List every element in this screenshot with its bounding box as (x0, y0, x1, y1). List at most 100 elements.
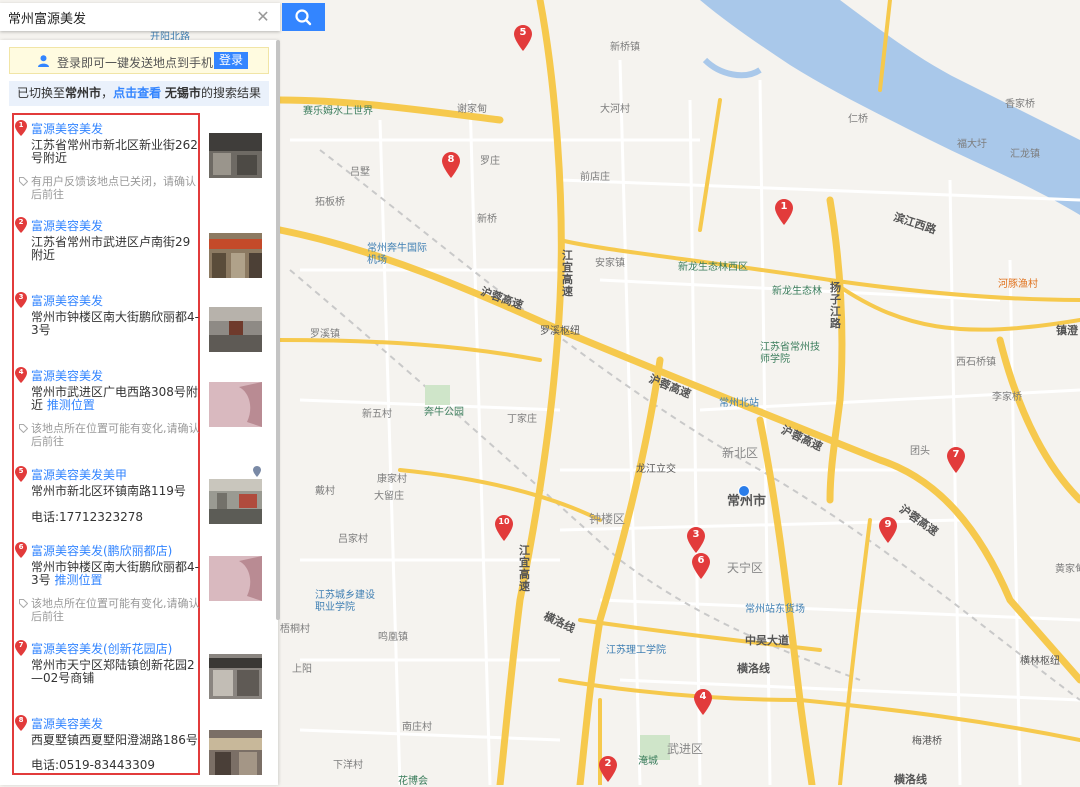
result-item[interactable]: 5 富源美容美发美甲 常州市新北区环镇南路119号 电话:17712323278 (15, 466, 266, 541)
result-title[interactable]: 富源美容美发(创新花园店) (31, 640, 172, 657)
tag-icon (19, 177, 28, 186)
result-thumbnail[interactable] (209, 382, 262, 427)
result-thumbnail[interactable] (209, 233, 262, 278)
map-marker[interactable]: 1 (775, 199, 793, 225)
map-place-label: 安家镇 (595, 258, 625, 269)
results-scrollbar[interactable] (276, 40, 280, 620)
location-dot-icon (253, 466, 261, 477)
map-poi-label[interactable]: 河豚渔村 (998, 275, 1038, 290)
search-input[interactable] (0, 3, 242, 31)
map-marker[interactable]: 9 (879, 517, 897, 543)
map-place-label: 丁家庄 (507, 414, 537, 425)
map-poi-label[interactable]: 常州奔牛国际机场 (367, 243, 427, 267)
map-place-label: 上阳 (292, 664, 312, 675)
map-marker[interactable]: 6 (692, 553, 710, 579)
map-poi-label[interactable]: 江苏省常州技师学院 (760, 342, 820, 366)
map-marker[interactable]: 8 (442, 152, 460, 178)
result-item[interactable]: 3 富源美容美发 常州市钟楼区南大街鹏欣丽都4-3号 (15, 292, 266, 362)
marker-number: 8 (447, 154, 455, 165)
placeholder-photo (209, 556, 262, 601)
result-title[interactable]: 富源美容美发 (31, 120, 103, 137)
marker-number: 10 (498, 517, 510, 526)
map-road-label: 中吴大道 (745, 634, 789, 647)
result-note: 该地点所在位置可能有变化,请确认后前往 (19, 597, 201, 623)
result-pin-icon: 7 (15, 640, 27, 656)
guess-location-link[interactable]: 推测位置 (54, 573, 102, 587)
marker-number: 6 (697, 555, 705, 566)
other-city: 无锡市 (164, 86, 201, 100)
map-place-label: 罗溪镇 (310, 329, 340, 340)
result-index: 2 (18, 218, 24, 226)
result-item[interactable]: 6 富源美容美发(鹏欣丽都店) 常州市钟楼区南大街鹏欣丽都4-3号 推测位置 该… (15, 542, 266, 627)
marker-number: 3 (692, 529, 700, 540)
storefront-photo (209, 307, 262, 352)
result-address: 常州市新北区环镇南路119号 (31, 484, 186, 498)
result-address: 常州市天宁区郑陆镇创新花园2—02号商铺 (31, 658, 195, 685)
result-title[interactable]: 富源美容美发 (31, 217, 103, 234)
map-marker[interactable]: 10 (495, 515, 513, 541)
map-road-label: 江宜高速 (562, 249, 573, 298)
map-district-label: 武进区 (667, 742, 704, 756)
result-title[interactable]: 富源美容美发 (31, 715, 103, 732)
map-road-label: 罗溪枢纽 (540, 326, 580, 337)
result-thumbnail[interactable] (209, 479, 262, 524)
map-place-label: 南庄村 (402, 722, 432, 733)
map-marker[interactable]: 3 (687, 527, 705, 553)
result-address: 江苏省常州市武进区卢南街29附近 (31, 235, 191, 262)
map-poi-label[interactable]: 淹城 (638, 752, 658, 767)
guess-location-link[interactable]: 推测位置 (47, 398, 95, 412)
result-title[interactable]: 富源美容美发美甲 (31, 466, 127, 483)
map-poi-label[interactable]: 常州北站 (719, 394, 759, 409)
result-note-text: 该地点所在位置可能有变化,请确认后前往 (31, 422, 200, 448)
result-address: 江苏省常州市新北区新业街262号附近 (31, 138, 198, 165)
search-button[interactable] (282, 3, 325, 31)
storefront-photo (209, 233, 262, 278)
map-marker[interactable]: 2 (599, 756, 617, 782)
search-icon (295, 9, 312, 26)
result-index: 1 (18, 121, 24, 129)
map-poi-label[interactable]: 新龙生态林 (772, 282, 822, 297)
result-thumbnail[interactable] (209, 307, 262, 352)
result-title[interactable]: 富源美容美发(鹏欣丽都店) (31, 542, 172, 559)
map-poi-label[interactable]: 常州站东货场 (745, 600, 805, 615)
map-place-label: 新桥 (477, 214, 497, 225)
result-item[interactable]: 2 富源美容美发 江苏省常州市武进区卢南街29附近 (15, 217, 266, 287)
result-item[interactable]: 1 富源美容美发 江苏省常州市新北区新业街262号附近 有用户反馈该地点已关闭，… (15, 120, 266, 201)
map-poi-label[interactable]: 奔牛公园 (424, 403, 464, 418)
map-poi-label[interactable]: 新龙生态林西区 (678, 258, 748, 273)
result-pin-icon: 2 (15, 217, 27, 233)
marker-number: 9 (884, 519, 892, 530)
marker-number: 5 (519, 27, 527, 38)
map-place-label: 黄家甸 (1055, 564, 1080, 575)
map-marker[interactable]: 7 (947, 447, 965, 473)
result-title[interactable]: 富源美容美发 (31, 367, 103, 384)
result-thumbnail[interactable] (209, 133, 262, 178)
result-thumbnail[interactable] (209, 654, 262, 699)
map-road-label: 横洛线 (737, 662, 770, 675)
city-center-dot (738, 485, 750, 497)
map-road-label: 梅港桥 (912, 736, 942, 747)
result-item[interactable]: 4 富源美容美发 常州市武进区广电西路308号附近 推测位置 该地点所在位置可能… (15, 367, 266, 452)
result-pin-icon: 8 (15, 715, 27, 731)
result-thumbnail[interactable] (209, 556, 262, 601)
result-title[interactable]: 富源美容美发 (31, 292, 103, 309)
login-button[interactable]: 登录 (214, 52, 248, 69)
result-pin-icon: 1 (15, 120, 27, 136)
view-other-city-link[interactable]: 点击查看 (113, 86, 161, 100)
map-place-label: 鸣凰镇 (378, 632, 408, 643)
map-place-label: 大河村 (600, 104, 630, 115)
close-icon: ✕ (256, 7, 270, 26)
map-place-label: 吕家村 (338, 534, 368, 545)
map-poi-label[interactable]: 江苏理工学院 (606, 641, 666, 656)
clear-search-button[interactable]: ✕ (253, 7, 273, 27)
map-place-label: 团头 (910, 446, 930, 457)
result-address: 常州市钟楼区南大街鹏欣丽都4-3号 (31, 310, 199, 337)
map-place-label: 西石桥镇 (956, 357, 996, 368)
result-item[interactable]: 7 富源美容美发(创新花园店) 常州市天宁区郑陆镇创新花园2—02号商铺 (15, 640, 266, 710)
map-poi-label[interactable]: 赛乐姆水上世界 (303, 102, 373, 117)
result-thumbnail[interactable] (209, 730, 262, 775)
map-marker[interactable]: 4 (694, 689, 712, 715)
map-marker[interactable]: 5 (514, 25, 532, 51)
map-poi-label[interactable]: 江苏城乡建设职业学院 (315, 590, 380, 614)
result-item[interactable]: 8 富源美容美发 西夏墅镇西夏墅阳澄湖路186号 电话:0519-8344330… (15, 715, 266, 785)
